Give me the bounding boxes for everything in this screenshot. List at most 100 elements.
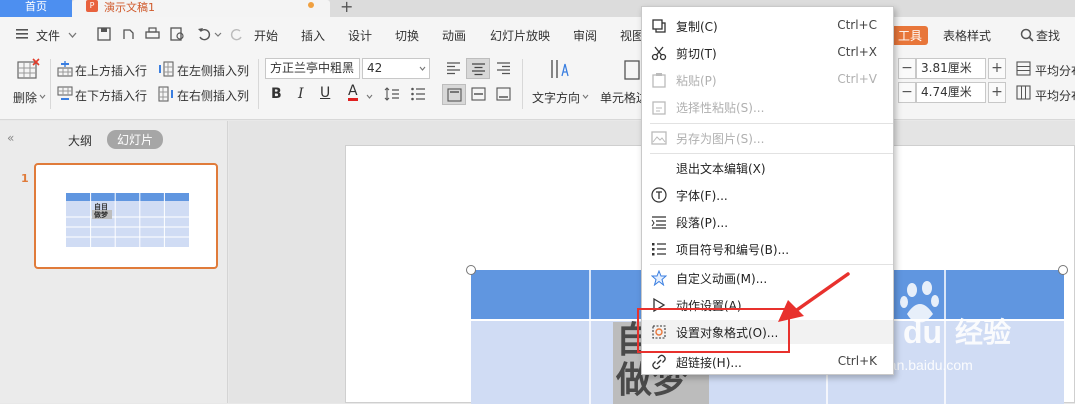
hamburger-icon[interactable]: [16, 29, 28, 39]
print-icon[interactable]: [145, 27, 160, 41]
search-icon[interactable]: [1020, 28, 1034, 42]
menu-item-shortcut: Ctrl+V: [837, 72, 877, 86]
collapse-panel-icon[interactable]: «: [7, 131, 14, 145]
width-input[interactable]: 4.74厘米: [916, 82, 986, 103]
chevron-down-icon[interactable]: [582, 94, 589, 99]
slide-thumbnail[interactable]: 自目做梦: [34, 163, 218, 269]
align-bottom-icon[interactable]: [496, 87, 511, 101]
chevron-down-icon[interactable]: [419, 66, 426, 71]
menu-item-bullets[interactable]: 项目符号和编号(B)...: [642, 237, 893, 261]
menu-item-label: 自定义动画(M)...: [676, 272, 768, 286]
bold-icon[interactable]: B: [271, 86, 282, 102]
italic-icon[interactable]: I: [298, 86, 304, 102]
menu-file[interactable]: 文件: [36, 27, 60, 44]
bullets-icon: [652, 243, 666, 256]
distribute-cols-icon[interactable]: [1016, 85, 1031, 100]
cell-margin-icon[interactable]: [624, 60, 640, 80]
menu-item-label: 退出文本编辑(X): [676, 162, 766, 176]
ribbon: 文件 开始 插入 设计 切换 动画 幻灯片放映 审阅 视图 工具 表格样式 查找…: [0, 17, 1075, 120]
tab-slides[interactable]: 幻灯片: [107, 130, 164, 149]
bullet-list-icon[interactable]: [410, 86, 426, 102]
resize-handle[interactable]: [1058, 265, 1068, 275]
menu-table-style[interactable]: 表格样式: [943, 27, 991, 44]
chevron-down-icon[interactable]: [68, 32, 77, 38]
menu-row: 文件 开始 插入 设计 切换 动画 幻灯片放映 审阅 视图 工具 表格样式 查找: [0, 17, 1075, 53]
new-tab-button[interactable]: +: [340, 0, 353, 16]
menu-item-copy[interactable]: 复制(C) Ctrl+C: [642, 14, 893, 38]
delete-button[interactable]: 删除: [13, 89, 37, 106]
insert-row-below-icon[interactable]: [57, 86, 73, 102]
divider: [258, 59, 259, 109]
undo-icon[interactable]: [197, 27, 211, 41]
menu-table-tools[interactable]: 工具: [894, 26, 929, 45]
align-top-button[interactable]: [442, 84, 466, 105]
menu-item-font[interactable]: 字体(F)...: [642, 183, 893, 207]
menu-insert[interactable]: 插入: [301, 27, 325, 44]
insert-col-right-icon[interactable]: [158, 86, 174, 102]
menu-search[interactable]: 查找: [1036, 27, 1060, 44]
menu-item-label: 粘贴(P): [676, 74, 717, 88]
distribute-cols-button[interactable]: 平均分布: [1035, 87, 1075, 104]
align-left-icon[interactable]: [446, 61, 461, 75]
menu-item-save-as-image: 另存为图片(S)...: [642, 126, 893, 150]
align-right-icon[interactable]: [496, 61, 511, 75]
menu-separator: [650, 264, 893, 265]
chevron-down-icon[interactable]: [39, 94, 46, 99]
menu-item-cut[interactable]: 剪切(T) Ctrl+X: [642, 41, 893, 65]
menu-item-shortcut: Ctrl+X: [837, 45, 877, 59]
preview-icon[interactable]: [170, 27, 185, 41]
save-icon[interactable]: [97, 27, 111, 41]
menu-item-paragraph[interactable]: 段落(P)...: [642, 210, 893, 234]
redo-icon[interactable]: [230, 27, 244, 41]
menu-design[interactable]: 设计: [348, 27, 372, 44]
insert-row-below-button[interactable]: 在下方插入行: [75, 87, 147, 104]
text-direction-button[interactable]: 文字方向: [532, 89, 580, 106]
divider: [522, 59, 523, 109]
insert-col-left-icon[interactable]: [158, 61, 174, 77]
distribute-rows-icon[interactable]: [1016, 61, 1031, 76]
menu-animation[interactable]: 动画: [442, 27, 466, 44]
menu-item-label: 段落(P)...: [676, 216, 729, 230]
font-color-icon[interactable]: A: [348, 84, 358, 101]
copy-icon: [652, 19, 666, 33]
insert-col-left-button[interactable]: 在左侧插入列: [177, 62, 249, 79]
tab-document[interactable]: P 演示文稿1: [72, 0, 330, 17]
menu-slideshow[interactable]: 幻灯片放映: [490, 27, 550, 44]
font-name-select[interactable]: 方正兰亭中粗黑: [265, 58, 360, 79]
underline-icon[interactable]: U: [320, 85, 330, 101]
export-icon[interactable]: [121, 27, 135, 41]
menu-item-exit-text-edit[interactable]: 退出文本编辑(X): [642, 156, 893, 180]
delete-table-icon[interactable]: [16, 58, 40, 82]
text-direction-icon[interactable]: [548, 58, 572, 82]
align-middle-icon[interactable]: [471, 87, 486, 101]
height-input[interactable]: 3.81厘米: [916, 58, 986, 79]
menu-home[interactable]: 开始: [254, 27, 278, 44]
align-center-button[interactable]: [466, 58, 490, 79]
tab-home-label: 首页: [25, 0, 47, 13]
height-increase-button[interactable]: +: [988, 58, 1006, 79]
resize-handle[interactable]: [466, 265, 476, 275]
menu-item-label: 复制(C): [676, 20, 718, 34]
distribute-rows-button[interactable]: 平均分布: [1035, 62, 1075, 79]
height-decrease-button[interactable]: −: [898, 58, 916, 79]
insert-row-above-button[interactable]: 在上方插入行: [75, 62, 147, 79]
highlight-box: [637, 308, 790, 353]
menu-review[interactable]: 审阅: [573, 27, 597, 44]
width-decrease-button[interactable]: −: [898, 82, 916, 103]
annotation-arrow-icon: [778, 272, 850, 322]
slide-number: 1: [21, 172, 29, 185]
tab-home[interactable]: 首页: [0, 0, 72, 17]
width-increase-button[interactable]: +: [988, 82, 1006, 103]
menu-transition[interactable]: 切换: [395, 27, 419, 44]
paragraph-icon: [651, 216, 666, 229]
chevron-down-icon[interactable]: [366, 94, 373, 99]
tab-outline[interactable]: 大纲: [68, 132, 92, 149]
insert-row-above-icon[interactable]: [57, 61, 73, 77]
hyperlink-icon: [652, 354, 666, 370]
divider: [50, 59, 51, 109]
line-spacing-icon[interactable]: [384, 86, 400, 102]
chevron-down-icon[interactable]: [214, 32, 222, 37]
menu-item-hyperlink[interactable]: 超链接(H)... Ctrl+K: [642, 350, 893, 374]
insert-col-right-button[interactable]: 在右侧插入列: [177, 87, 249, 104]
menu-item-label: 选择性粘贴(S)...: [676, 101, 765, 115]
